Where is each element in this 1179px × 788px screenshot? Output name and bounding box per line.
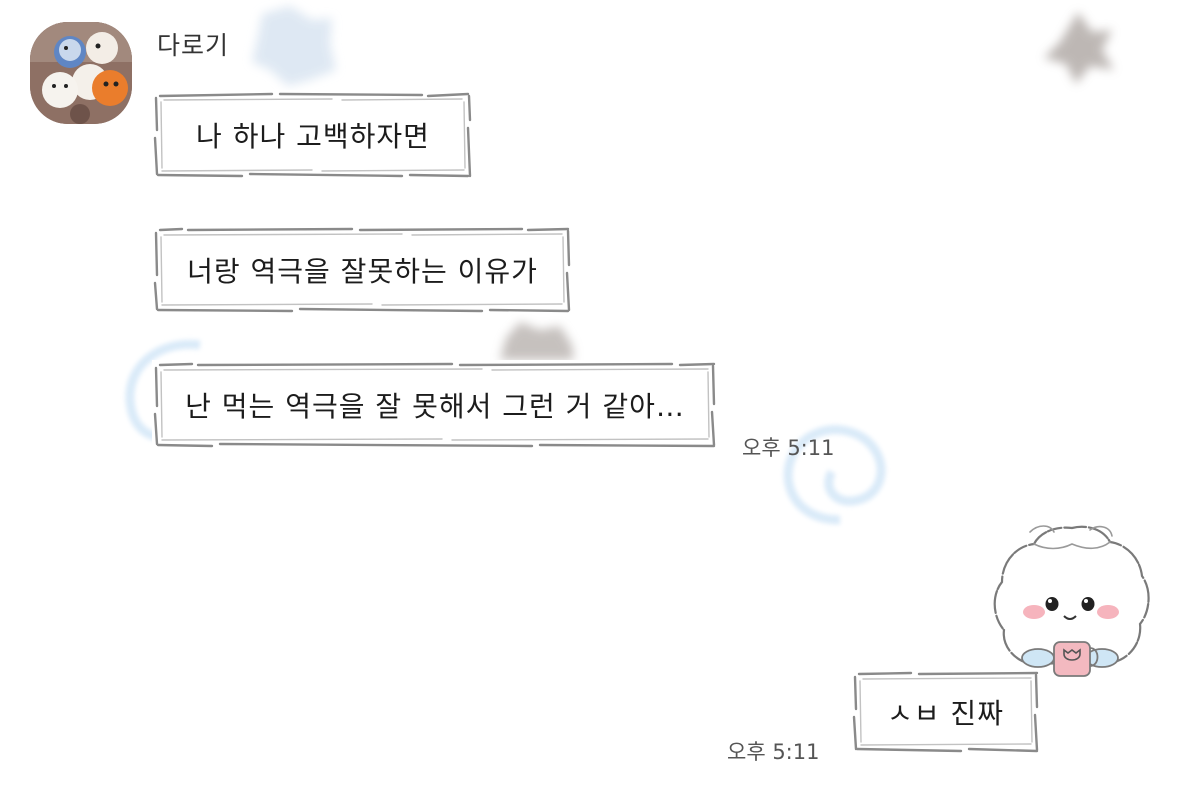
background-star-shape: [252, 6, 336, 86]
message-bubble[interactable]: 난 먹는 역극을 잘 못해서 그런 거 같아…: [152, 360, 718, 449]
background-star-shape: [1044, 12, 1114, 84]
reply-bubble[interactable]: ㅅㅂ 진짜: [851, 669, 1040, 754]
message-text: 난 먹는 역극을 잘 못해서 그런 거 같아…: [185, 389, 685, 423]
message-bubble[interactable]: 너랑 역극을 잘못하는 이유가: [152, 225, 573, 314]
chiikawa-character-holding-mug-sticker[interactable]: [990, 520, 1155, 680]
message-text: 나 하나 고백하자면: [196, 120, 430, 153]
sender-avatar[interactable]: [30, 22, 132, 124]
plush-dolls-photo-avatar: [30, 22, 132, 124]
chat-screen: 다로기 나 하나 고백하자면 너랑 역극을 잘못하는 이유가 난 먹는 역극을 …: [0, 0, 1179, 788]
message-text: ㅅㅂ 진짜: [887, 696, 1004, 730]
sender-name: 다로기: [157, 31, 230, 60]
reply-timestamp: 오후 5:11: [727, 740, 820, 764]
message-text: 너랑 역극을 잘못하는 이유가: [187, 254, 538, 288]
message-timestamp: 오후 5:11: [742, 436, 835, 460]
background-star-shape: [500, 322, 574, 360]
message-bubble[interactable]: 나 하나 고백하자면: [152, 90, 474, 180]
